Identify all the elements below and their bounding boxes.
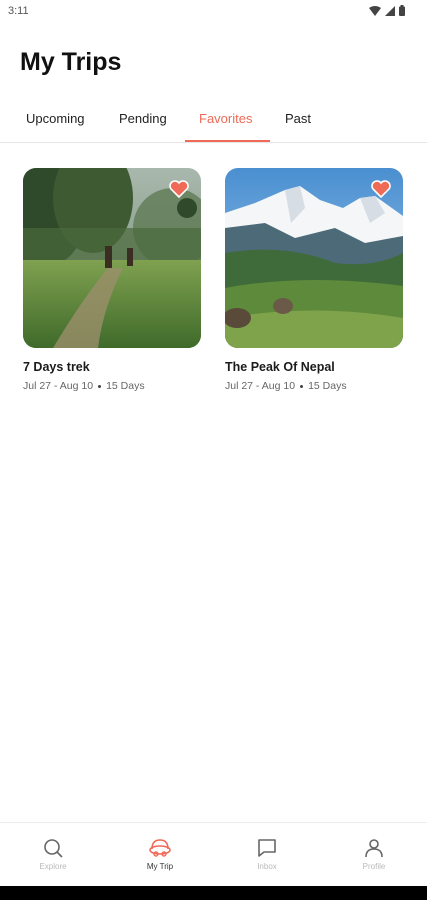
favorite-heart-icon[interactable]: [169, 180, 189, 198]
status-time: 3:11: [8, 5, 29, 17]
trip-dates: Jul 27 - Aug 10: [225, 380, 296, 392]
search-icon: [44, 839, 63, 858]
trip-meta: Jul 27 - Aug 10 15 Days: [23, 380, 201, 392]
tab-active-indicator: [185, 140, 270, 142]
trip-image-mountain-peak[interactable]: [225, 168, 403, 348]
trip-meta: Jul 27 - Aug 10 15 Days: [225, 380, 403, 392]
tab-upcoming[interactable]: Upcoming: [26, 111, 85, 126]
separator-dot: [98, 384, 102, 388]
trip-dates: Jul 27 - Aug 10: [23, 380, 94, 392]
wifi-icon: [369, 5, 381, 16]
system-gesture-bar: [0, 886, 427, 900]
trip-duration: 15 Days: [106, 380, 145, 392]
tab-favorites[interactable]: Favorites: [199, 111, 252, 126]
favorite-heart-icon[interactable]: [371, 180, 391, 198]
trip-card[interactable]: 7 Days trek Jul 27 - Aug 10 15 Days: [23, 168, 201, 392]
nav-inbox[interactable]: Inbox: [214, 823, 320, 887]
trip-title: 7 Days trek: [23, 360, 90, 374]
status-bar: 3:11: [0, 0, 427, 26]
nav-label: Profile: [362, 862, 386, 871]
trip-duration: 15 Days: [308, 380, 347, 392]
battery-icon: [399, 5, 405, 16]
nav-profile[interactable]: Profile: [321, 823, 427, 887]
trip-tabs: Upcoming Pending Favorites Past: [0, 104, 427, 143]
tab-pending[interactable]: Pending: [119, 111, 167, 126]
user-icon: [365, 839, 383, 858]
status-icons: [369, 5, 405, 16]
signal-icon: [385, 5, 395, 16]
nav-explore[interactable]: Explore: [0, 823, 106, 887]
nav-label: Explore: [39, 862, 67, 871]
trip-title: The Peak Of Nepal: [225, 360, 335, 374]
trip-card[interactable]: The Peak Of Nepal Jul 27 - Aug 10 15 Day…: [225, 168, 403, 392]
nav-my-trip[interactable]: My Trip: [107, 823, 213, 887]
bottom-navigation: Explore My Trip Inbox Profile: [0, 822, 427, 887]
trip-image-forest-trail[interactable]: [23, 168, 201, 348]
separator-dot: [300, 384, 304, 388]
chat-icon: [258, 839, 276, 857]
nav-label: My Trip: [146, 862, 174, 871]
trip-icon: [149, 839, 171, 857]
nav-label: Inbox: [257, 862, 277, 871]
tab-past[interactable]: Past: [285, 111, 311, 126]
page-title: My Trips: [20, 48, 122, 76]
